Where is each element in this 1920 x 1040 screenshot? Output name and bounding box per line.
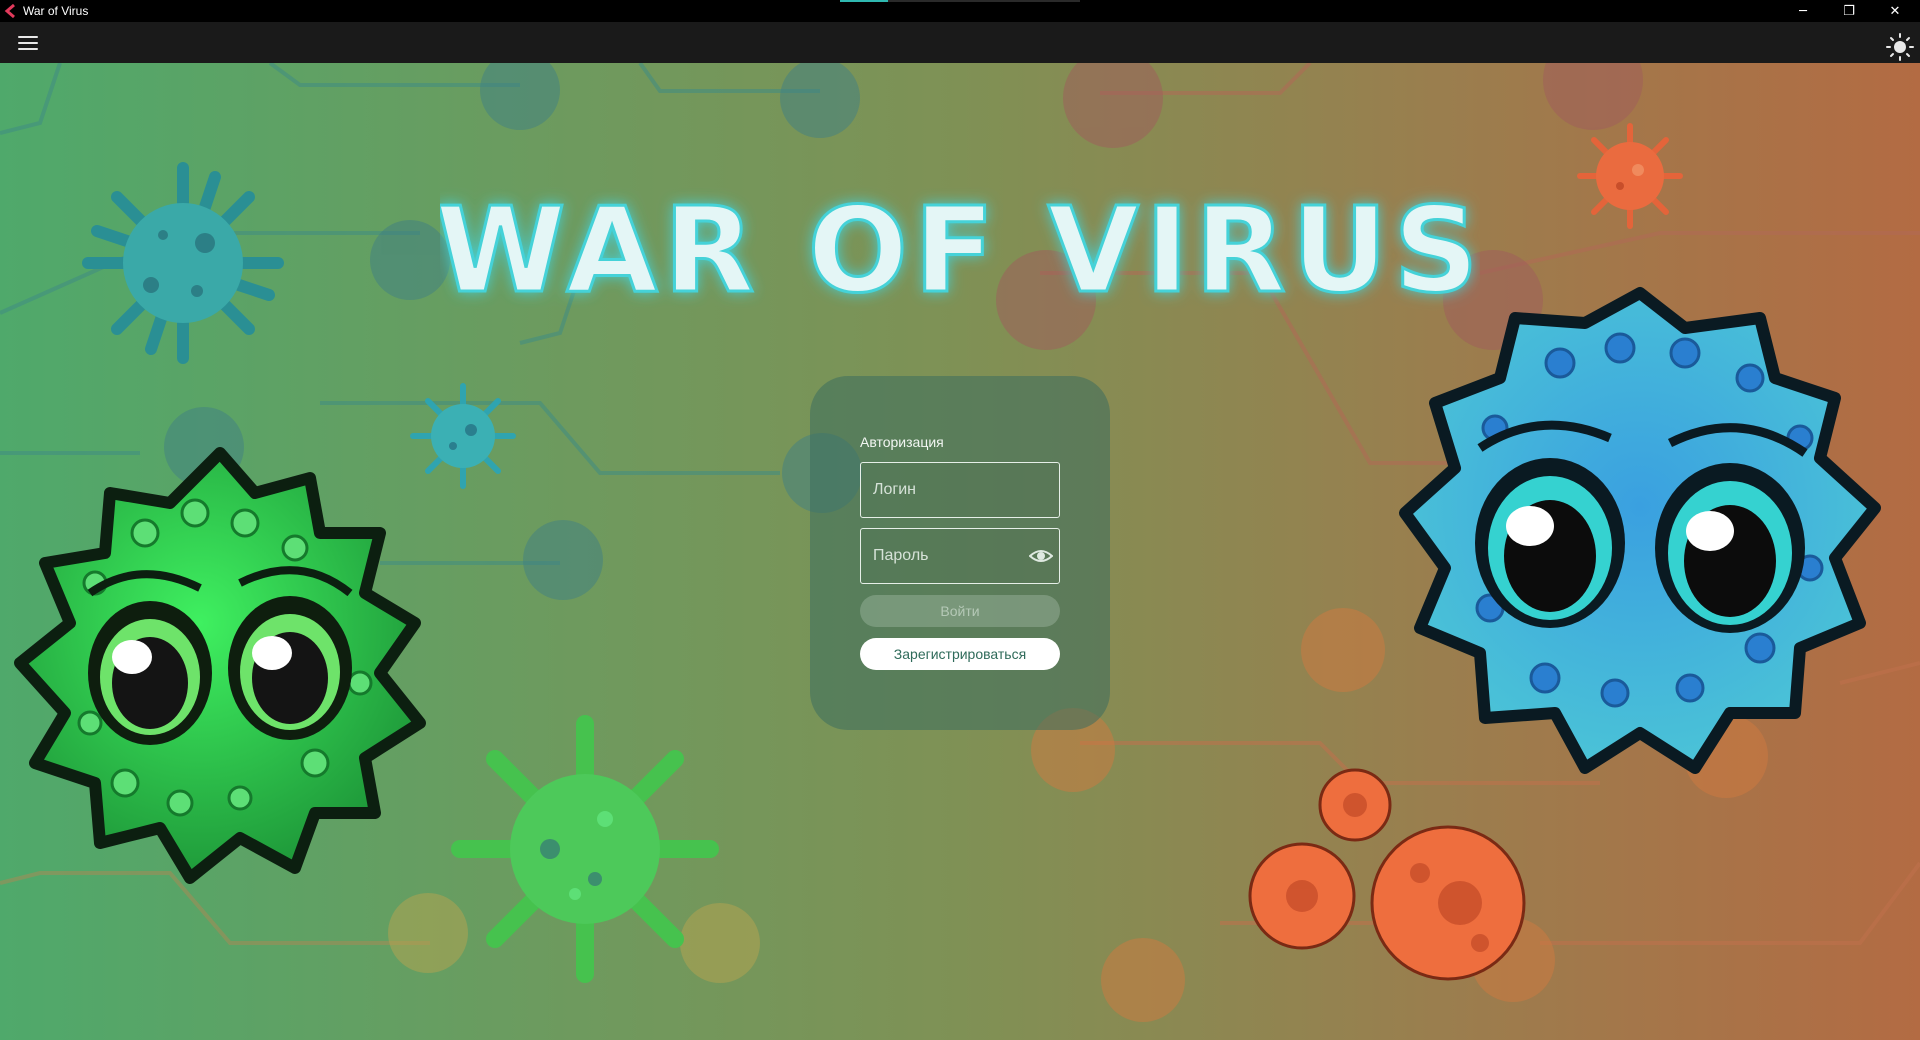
game-title-logo: WAR OF VIRUS (440, 180, 1480, 321)
login-screen-background: WAR OF VIRUS Авторизация Войти Зарегистр… (0, 63, 1920, 1040)
app-icon (4, 4, 15, 18)
auth-panel: Авторизация Войти Зарегистрироваться (810, 376, 1110, 730)
window-title: War of Virus (23, 4, 89, 18)
window-titlebar: War of Virus ─ ❐ ✕ (0, 0, 1920, 22)
close-button[interactable]: ✕ (1872, 0, 1918, 22)
login-field (860, 462, 1060, 518)
hamburger-menu-icon[interactable] (14, 31, 42, 55)
minimize-button[interactable]: ─ (1780, 0, 1826, 22)
login-button[interactable]: Войти (860, 595, 1060, 627)
login-input[interactable] (861, 463, 1059, 517)
register-button[interactable]: Зарегистрироваться (860, 638, 1060, 670)
restore-button[interactable]: ❐ (1826, 0, 1872, 22)
sun-icon[interactable] (1884, 31, 1916, 63)
loading-progress-fill (840, 0, 888, 2)
eye-icon[interactable] (1029, 547, 1053, 565)
loading-progress-bar (840, 0, 1080, 2)
password-field (860, 528, 1060, 584)
app-toolbar (0, 22, 1920, 63)
auth-heading: Авторизация (860, 434, 944, 450)
game-title: WAR OF VIRUS (440, 181, 1480, 319)
